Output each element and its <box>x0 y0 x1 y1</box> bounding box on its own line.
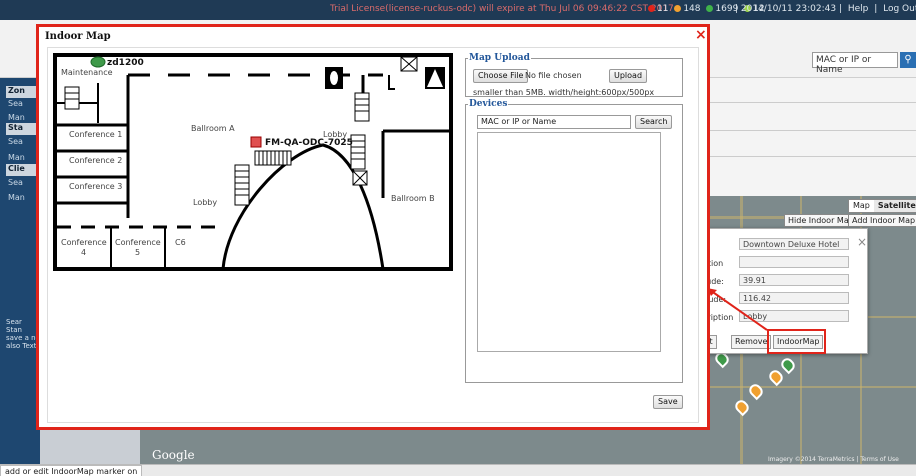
right-pane <box>700 78 916 196</box>
ap-label: zd1200 <box>107 58 144 68</box>
global-search-input[interactable]: MAC or IP or Name <box>812 52 898 75</box>
sidebar-item-manage-3[interactable]: Man <box>6 193 40 205</box>
sidebar-item-search[interactable]: Sea <box>6 99 40 111</box>
top-bar: Trial License(license-ruckus-odc) will e… <box>0 0 916 20</box>
room-label-ballroom-a: Ballroom A <box>191 124 235 133</box>
device-label: FM-QA-ODC-7025 <box>265 138 353 148</box>
search-icon[interactable]: ⚲ <box>900 52 916 68</box>
datetime: 2014/10/11 23:02:43 <box>740 4 837 14</box>
upload-hint: smaller than 5MB. width/height:600px/500… <box>473 88 655 97</box>
dialog-title: Indoor Map <box>45 31 111 42</box>
device-marker-icon[interactable] <box>250 136 262 148</box>
status-text: add or edit IndoorMap marker on <box>0 465 143 476</box>
sidebar-description: Sear Stan save a ne also Text <box>6 318 40 350</box>
help-link[interactable]: Help <box>848 4 869 14</box>
device-search-input[interactable]: MAC or IP or Name <box>477 115 631 129</box>
map-road <box>700 386 916 388</box>
close-icon[interactable]: × <box>695 27 707 43</box>
map-type-control: Map Satellite <box>848 199 916 213</box>
room-label-conference-4: Conference <box>61 238 107 247</box>
sidebar-item-search-2[interactable]: Sea <box>6 137 40 149</box>
divider <box>700 156 916 157</box>
room-label-conference-5-number: 5 <box>135 248 140 257</box>
count-critical[interactable]: 11 <box>657 4 668 14</box>
divider <box>700 130 916 131</box>
sidebar-item-stations[interactable]: Sta <box>6 123 40 135</box>
sidebar-item-zones[interactable]: Zon <box>6 86 40 98</box>
room-label-conference-1: Conference 1 <box>69 130 122 139</box>
critical-dot-icon <box>648 5 655 12</box>
devices-legend: Devices <box>469 99 508 109</box>
status-bar: add or edit IndoorMap marker on <box>0 464 916 476</box>
name-field[interactable]: Downtown Deluxe Hotel <box>739 238 849 250</box>
device-search-button[interactable]: Search <box>635 115 673 129</box>
room-label-conference-3: Conference 3 <box>69 182 122 191</box>
sidebar-item-search-3[interactable]: Sea <box>6 178 40 190</box>
online-dot-icon <box>706 5 714 12</box>
count-major[interactable]: 148 <box>683 4 700 14</box>
add-indoor-map-button[interactable]: Add Indoor Map <box>848 214 916 227</box>
sidebar-item-clients[interactable]: Clie <box>6 164 40 176</box>
remove-button[interactable]: Remove <box>731 335 772 349</box>
google-logo: Google <box>152 448 195 462</box>
file-status: No file chosen <box>525 71 582 80</box>
floor-plan[interactable]: Conference 1 Conference 2 Conference 3 B… <box>53 53 453 271</box>
annotation-arrow-icon <box>706 287 768 331</box>
sidebar: Zon Sea Man Sta Sea Man Clie Sea Man Sea… <box>0 78 40 476</box>
room-label-maintenance: Maintenance <box>61 68 113 77</box>
hide-indoor-map-button[interactable]: Hide Indoor Map <box>784 214 858 227</box>
room-label-lobby: Lobby <box>193 198 217 207</box>
room-label-conference-2: Conference 2 <box>69 156 122 165</box>
room-label-conference-5: Conference <box>115 238 161 247</box>
room-label-conference-4-number: 4 <box>81 248 86 257</box>
major-dot-icon <box>674 5 682 12</box>
floor-plan-empty-area <box>53 271 453 411</box>
save-button[interactable]: Save <box>653 395 683 409</box>
indoormap-highlight <box>767 329 826 354</box>
indoor-map-dialog: Indoor Map × Conference 1 Conference 2 C… <box>36 24 710 430</box>
map-type-satellite[interactable]: Satellite <box>873 200 916 212</box>
location-field[interactable] <box>739 256 849 268</box>
logout-link[interactable]: Log Out <box>883 4 916 14</box>
upload-button[interactable]: Upload <box>609 69 648 83</box>
map-attribution[interactable]: Imagery ©2014 TerraMetrics | Terms of Us… <box>768 456 899 463</box>
room-label-ballroom-b: Ballroom B <box>391 194 435 203</box>
access-point-icon[interactable] <box>90 56 106 68</box>
ap-marker-zd1200[interactable]: zd1200 <box>90 56 144 68</box>
license-notice: Trial License(license-ruckus-odc) will e… <box>330 4 674 14</box>
device-marker-fm-qa-odc-7025[interactable]: FM-QA-ODC-7025 <box>250 136 353 148</box>
map-type-map[interactable]: Map <box>849 200 874 212</box>
divider <box>700 102 916 103</box>
room-label-c6: C6 <box>175 238 186 247</box>
device-list[interactable] <box>477 132 661 352</box>
popup-close-icon[interactable]: × <box>857 235 867 249</box>
latitude-field[interactable]: 39.91 <box>739 274 849 286</box>
map-upload-legend: Map Upload <box>469 53 530 63</box>
choose-file-button[interactable]: Choose File <box>473 69 529 83</box>
top-right-links: | 2014/10/11 23:02:43 | Help | Log Out r… <box>735 4 916 14</box>
